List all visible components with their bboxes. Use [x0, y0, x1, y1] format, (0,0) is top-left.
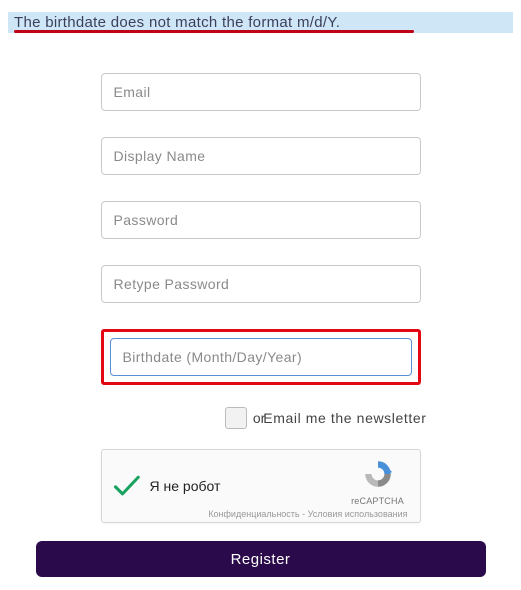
recaptcha-logo: reCAPTCHA — [348, 458, 408, 506]
register-button[interactable]: Register — [36, 541, 486, 577]
newsletter-checkbox[interactable] — [225, 407, 247, 429]
newsletter-row: or Email me the newsletter — [101, 407, 427, 429]
recaptcha-widget[interactable]: Я не робот reCAPTCHA Конфиденциальность … — [101, 449, 421, 523]
error-message: The birthdate does not match the format … — [14, 14, 340, 31]
recaptcha-footer: Конфиденциальность - Условия использован… — [208, 509, 407, 519]
recaptcha-label: Я не робот — [150, 478, 221, 494]
register-form: or Email me the newsletter Я не робот re… — [101, 73, 421, 523]
password-field[interactable] — [101, 201, 421, 239]
newsletter-label: Email me the newsletter — [263, 410, 426, 426]
retype-password-field[interactable] — [101, 265, 421, 303]
recaptcha-brand: reCAPTCHA — [348, 496, 408, 506]
error-underline — [14, 30, 414, 33]
display-name-field[interactable] — [101, 137, 421, 175]
birthdate-field[interactable] — [110, 338, 412, 376]
error-banner: The birthdate does not match the format … — [8, 12, 513, 33]
birthdate-highlight — [101, 329, 421, 385]
checkmark-icon — [112, 472, 140, 500]
email-field[interactable] — [101, 73, 421, 111]
recaptcha-icon — [362, 458, 394, 490]
